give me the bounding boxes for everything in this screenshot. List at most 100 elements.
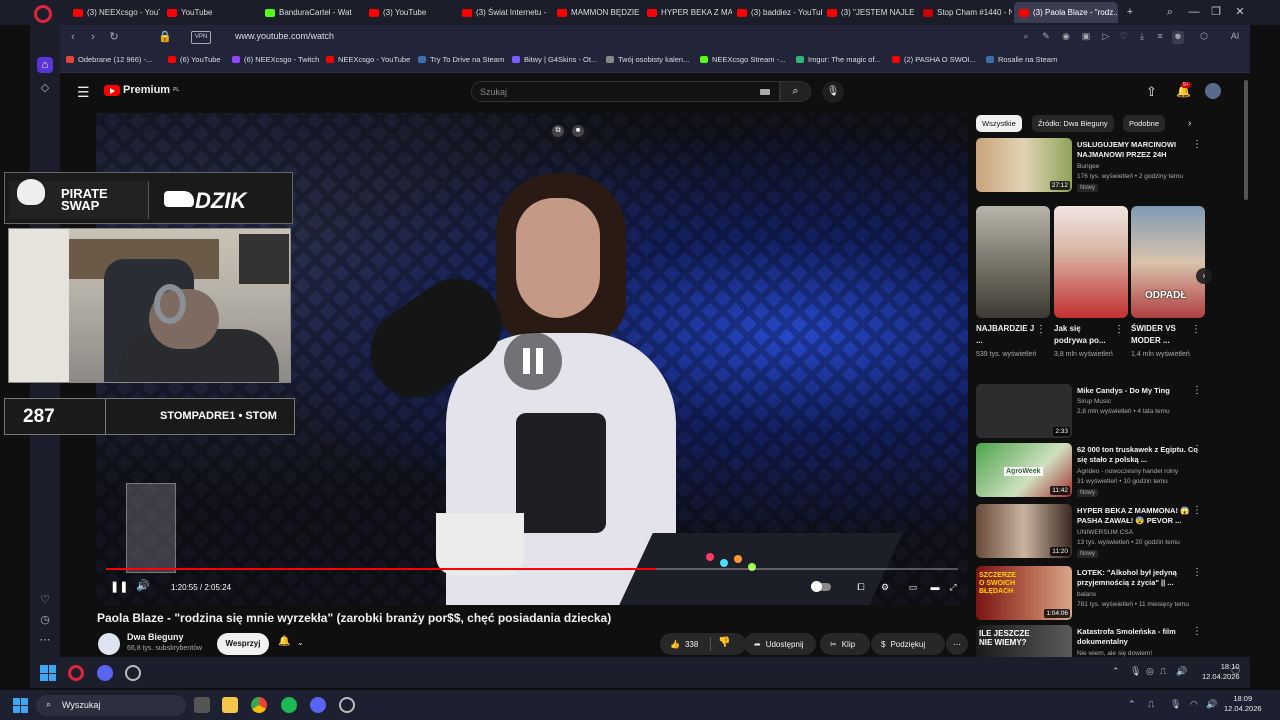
chip-related[interactable]: Podobne	[1123, 115, 1166, 132]
outer-clock[interactable]: 18:09 12.04.2026	[1224, 694, 1262, 714]
steam-tray-icon[interactable]: ◎	[1146, 666, 1154, 677]
tab-8[interactable]: (3) baddiez - YouTube	[732, 2, 822, 23]
new-tab-button[interactable]: +	[1122, 4, 1138, 20]
volume-icon[interactable]: 🔊	[1206, 699, 1217, 710]
tab-5[interactable]: (3) Świat Internetu - YouTube	[457, 2, 549, 23]
like-button[interactable]: 👍 338	[660, 633, 746, 655]
microphone-icon[interactable]: 🎙	[822, 81, 844, 103]
tab-9[interactable]: (3) "JESTEM NAJLEPS...	[822, 2, 914, 23]
tab-6[interactable]: MAMMON BĘDZIE O...	[552, 2, 642, 23]
restore-icon[interactable]: ❐	[1208, 4, 1224, 20]
tab-10[interactable]: Stop Cham #1440 - N...	[918, 2, 1012, 23]
pause-icon[interactable]: ❚❚	[110, 580, 128, 593]
autoplay-toggle[interactable]	[811, 581, 831, 592]
theater-mode-icon[interactable]: ▬	[928, 580, 942, 594]
scrollbar[interactable]	[1244, 80, 1248, 200]
file-explorer-icon[interactable]	[222, 697, 238, 713]
more-vert-icon[interactable]: ⋮	[1192, 139, 1202, 150]
search-icon[interactable]: ⌕	[1020, 31, 1032, 44]
channel-avatar[interactable]	[98, 633, 120, 655]
more-vert-icon[interactable]: ⋮	[1192, 567, 1202, 578]
subscription-bell-icon[interactable]: 🔔	[278, 636, 290, 647]
recommendation-item[interactable]: 27:12 USŁUGUJEMY MARCINOWI NAJMANOWI PRZ…	[976, 138, 1238, 198]
chevron-right-icon[interactable]: ›	[1196, 268, 1212, 284]
ai-button[interactable]: AI	[1224, 31, 1246, 44]
channel-name[interactable]: Dwa Bieguny	[127, 632, 184, 642]
fullscreen-icon[interactable]: ⤢	[946, 580, 960, 594]
more-vert-icon[interactable]: ⋮	[1036, 324, 1046, 335]
network-icon[interactable]: ⎍	[1148, 699, 1154, 710]
pause-overlay-icon[interactable]	[504, 332, 562, 390]
bookmark-item[interactable]: Rosalie na Steam	[986, 55, 1057, 64]
play-icon[interactable]: ▷	[1100, 31, 1112, 44]
tab-search-icon[interactable]: ⌕	[1162, 4, 1178, 20]
chip-all[interactable]: Wszystkie	[976, 115, 1022, 132]
bookmark-item[interactable]: (6) NEEXcsgo - Twitch	[232, 55, 319, 64]
discord-icon[interactable]	[310, 697, 326, 713]
bookmark-item[interactable]: NEEXcsgo - YouTube	[326, 55, 410, 64]
tab-11-active[interactable]: (3) Paola Blaze - "rodz...	[1014, 2, 1118, 23]
bookmark-item[interactable]: Twój osobisty kalen...	[606, 55, 689, 64]
hamburger-menu-icon[interactable]: ☰	[77, 84, 90, 101]
short-item[interactable]: ODPADŁ ŚWIDER VS MODER ... 1,4 mln wyświ…	[1131, 206, 1205, 386]
settings-gear-icon[interactable]	[339, 697, 355, 713]
notification-icon[interactable]: 🗨	[1230, 666, 1241, 677]
lock-icon[interactable]: 🔒	[158, 30, 172, 44]
chevron-right-icon[interactable]: ›	[1188, 118, 1191, 129]
recommendation-item[interactable]: 11:20 HYPER BEKA Z MAMMONA! 😱 PASHA ZAWA…	[976, 504, 1238, 564]
avatar[interactable]	[1205, 83, 1221, 99]
extensions-icon[interactable]: ⬡	[1198, 31, 1210, 44]
recommendation-item[interactable]: AgroWeek 11:42 62 000 ton truskawek z Eg…	[976, 443, 1238, 503]
opera-icon[interactable]	[68, 665, 84, 681]
history-icon[interactable]: ◷	[37, 612, 53, 628]
miniplayer-icon[interactable]: ▭	[906, 580, 920, 594]
recommendation-item[interactable]: ILE JESZCZE NIE WIEMY? Katastrofa Smoleń…	[976, 625, 1238, 657]
search-button[interactable]: ⌕	[780, 81, 811, 102]
chevron-down-icon[interactable]: ⌄	[297, 638, 304, 647]
heart-icon[interactable]: ♡	[37, 592, 53, 608]
windows-start-icon[interactable]	[13, 698, 28, 713]
volume-icon[interactable]: 🔊	[1176, 666, 1187, 677]
more-vert-icon[interactable]: ⋮	[1192, 444, 1202, 455]
cube-icon[interactable]: ▣	[1080, 31, 1092, 44]
taskbar-search-input[interactable]: Wyszukaj	[36, 695, 186, 716]
clip-button[interactable]: ✂ Klip	[820, 633, 870, 655]
spotify-icon[interactable]	[281, 697, 297, 713]
more-vert-icon[interactable]: ⋮	[1191, 324, 1201, 335]
windows-start-icon[interactable]	[40, 665, 56, 681]
settings-gear-icon[interactable]	[125, 665, 141, 681]
dislike-button[interactable]: 👎	[718, 637, 730, 648]
more-vert-icon[interactable]: ⋮	[1192, 626, 1202, 637]
youtube-logo[interactable]: Premium PL	[104, 84, 179, 96]
tab-7[interactable]: HYPER BEKA Z MAMM...	[642, 2, 732, 23]
volume-icon[interactable]: 🔊	[136, 579, 150, 592]
subtitles-icon[interactable]: ⧠	[854, 580, 868, 594]
support-button[interactable]: Wesprzyj	[217, 633, 269, 655]
bookmark-item[interactable]: (2) PASHA O SWOI...	[892, 55, 976, 64]
opera-menu-icon[interactable]	[34, 5, 52, 23]
tab-3[interactable]: BanduraCartel - Watch	[260, 2, 352, 23]
chrome-icon[interactable]	[251, 697, 267, 713]
short-item[interactable]: NAJBARDZIE J ... 539 tys. wyświetleń ⋮	[976, 206, 1050, 386]
close-icon[interactable]: ✕	[1232, 4, 1248, 20]
thanks-button[interactable]: $ Podziękuj	[871, 633, 945, 655]
discord-icon[interactable]	[97, 665, 113, 681]
progress-bar[interactable]	[106, 568, 958, 570]
wifi-icon[interactable]: ◠	[1190, 699, 1198, 710]
bookmark-item[interactable]: (6) YouTube	[168, 55, 221, 64]
camera-icon[interactable]: ◉	[1060, 31, 1072, 44]
cast-icon[interactable]: ■	[572, 125, 584, 137]
more-vert-icon[interactable]: ⋮	[1192, 385, 1202, 396]
bookmark-item[interactable]: Bitwy | G4Skins - Ot...	[512, 55, 597, 64]
microphone-icon[interactable]: 🎙	[1170, 699, 1181, 710]
recommendation-item[interactable]: 2:33 Mike Candys - Do My Ting Sirup Musi…	[976, 384, 1238, 444]
pin-icon[interactable]: ◇	[37, 80, 53, 96]
chip-source[interactable]: Źródło: Dwa Bieguny	[1032, 115, 1114, 132]
more-vert-icon[interactable]: ⋮	[1192, 505, 1202, 516]
chevron-up-icon[interactable]: ⌃	[1112, 666, 1120, 677]
keyboard-icon[interactable]	[760, 89, 770, 95]
share-button[interactable]: ➦ Udostępnij	[744, 633, 816, 655]
more-actions-button[interactable]: ⋯	[946, 633, 968, 655]
reload-icon[interactable]: ↻	[107, 30, 121, 44]
short-item[interactable]: Jak się podrywa po... 3,8 mln wyświetleń…	[1054, 206, 1128, 386]
